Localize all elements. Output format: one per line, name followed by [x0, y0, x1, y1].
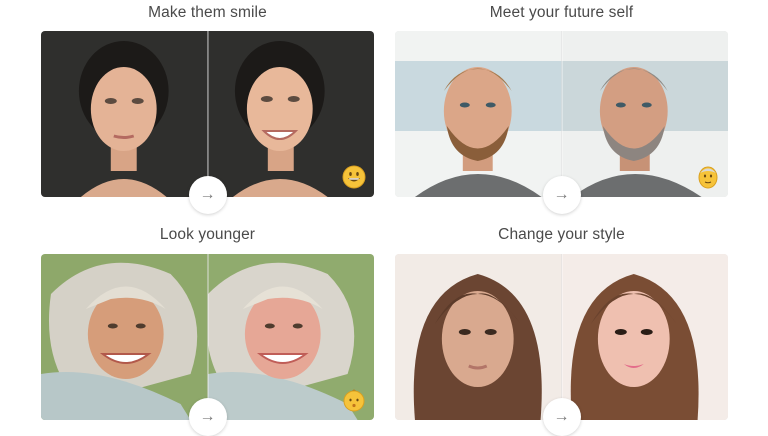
before-photo [395, 254, 562, 420]
image-divider [207, 254, 209, 420]
before-photo [41, 31, 208, 197]
before-after-image[interactable] [41, 31, 374, 197]
baby-emoji-icon [343, 389, 365, 412]
feature-card-smile: Make them smile → [41, 0, 374, 214]
feature-card-younger: Look younger → [41, 222, 374, 436]
before-after-image[interactable] [395, 31, 728, 197]
card-title: Meet your future self [489, 4, 634, 21]
next-arrow-button[interactable]: → [188, 176, 227, 214]
card-title: Make them smile [148, 4, 267, 21]
image-divider [561, 254, 563, 420]
old-man-emoji-icon [698, 166, 718, 189]
next-arrow-button[interactable]: → [542, 398, 581, 436]
next-arrow-button[interactable]: → [542, 176, 581, 214]
image-divider [207, 31, 209, 197]
card-title: Change your style [498, 226, 625, 243]
before-after-image[interactable] [41, 254, 374, 420]
next-arrow-button[interactable]: → [188, 398, 227, 436]
image-divider [561, 31, 563, 197]
before-photo [395, 31, 562, 197]
card-title: Look younger [159, 226, 256, 243]
feature-card-future-self: Meet your future self → [395, 0, 728, 214]
before-after-image[interactable] [395, 254, 728, 420]
after-photo [561, 254, 728, 420]
feature-card-style: Change your style → [395, 222, 728, 436]
smiling-emoji-icon [342, 165, 366, 189]
before-photo [41, 254, 208, 420]
